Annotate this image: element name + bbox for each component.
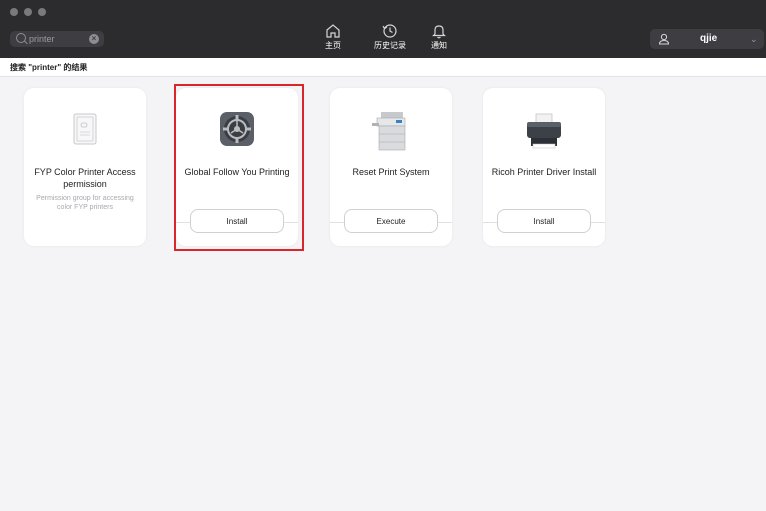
result-card-reset-print-system[interactable]: Reset Print System Execute: [330, 88, 452, 246]
minimize-window-button[interactable]: [24, 8, 32, 16]
result-card-global-follow-you-printing[interactable]: Global Follow You Printing Install: [176, 88, 298, 246]
execute-button[interactable]: Execute: [344, 209, 438, 233]
search-box[interactable]: ×: [10, 31, 104, 47]
nav-home-label: 主页: [325, 41, 341, 50]
nav-notifications-label: 通知: [431, 41, 447, 50]
document-badge-icon: [60, 108, 110, 154]
close-window-button[interactable]: [10, 8, 18, 16]
result-card-ricoh-printer-driver-install[interactable]: Ricoh Printer Driver Install Install: [483, 88, 605, 246]
nav-home[interactable]: 主页: [313, 22, 353, 54]
card-title: FYP Color Printer Access permission: [34, 167, 136, 189]
chevron-down-icon: ⌄: [750, 34, 758, 44]
card-title: Ricoh Printer Driver Install: [491, 167, 597, 177]
bell-icon: [432, 25, 446, 39]
card-title: Global Follow You Printing: [184, 167, 290, 177]
history-icon: [382, 24, 397, 38]
result-card-fyp-color-printer-access[interactable]: FYP Color Printer Access permission Perm…: [24, 88, 146, 246]
zoom-window-button[interactable]: [38, 8, 46, 16]
app-window: × 主页 历史记录 通知: [0, 0, 766, 511]
results-title: 搜索 "printer" 的结果: [10, 63, 88, 72]
user-menu[interactable]: qjie ⌄: [650, 29, 764, 49]
copier-icon: [366, 108, 416, 154]
card-description: Permission group for accessing color FYP…: [36, 195, 134, 211]
install-button[interactable]: Install: [190, 209, 284, 233]
install-button[interactable]: Install: [497, 209, 591, 233]
user-name: qjie: [700, 33, 718, 44]
results-header: 搜索 "printer" 的结果: [0, 58, 766, 77]
clear-search-icon[interactable]: ×: [89, 34, 99, 44]
search-input[interactable]: [29, 32, 81, 46]
search-icon: [16, 33, 26, 43]
top-bar: × 主页 历史记录 通知: [0, 0, 766, 58]
nav-notifications[interactable]: 通知: [419, 22, 459, 54]
nav-history-label: 历史记录: [374, 41, 406, 50]
home-icon: [326, 24, 340, 38]
card-title: Reset Print System: [352, 167, 430, 177]
nav-history[interactable]: 历史记录: [370, 22, 410, 54]
gear-app-icon: [212, 108, 262, 154]
user-icon: [658, 33, 670, 45]
printer-icon: [519, 108, 569, 154]
